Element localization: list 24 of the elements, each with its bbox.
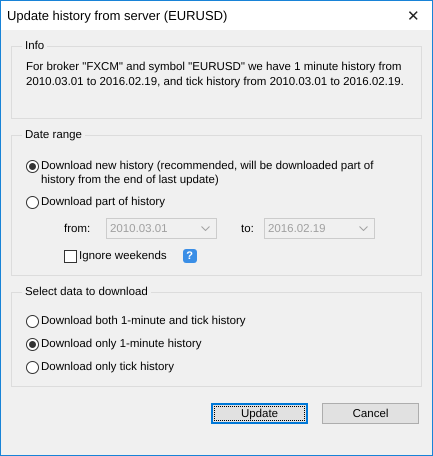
close-button[interactable]: ✕ (407, 6, 420, 24)
group-title: Select data to download (24, 286, 149, 298)
window-title: Update history from server (EURUSD) (7, 8, 228, 23)
checkbox[interactable] (64, 250, 77, 262)
info-text: For broker "FXCM" and symbol "EURUSD" we have 1 minute history from 2010.03.01 to 2016.02.19, and tick history from 2010.03.01 to 2016.02.19. (26, 60, 405, 90)
update-button[interactable]: Update (211, 403, 308, 424)
radio-label: Download only tick history (41, 360, 174, 374)
radio-button[interactable] (26, 315, 39, 328)
chevron-down-icon (359, 226, 368, 231)
date-label: from: (64, 222, 92, 234)
radio-button[interactable] (26, 196, 39, 209)
radio-label: Download part of history (41, 195, 166, 209)
radio-label: Download only 1-minute history (41, 337, 202, 351)
radio-label: Download both 1-minute and tick history (41, 314, 246, 328)
radio-button[interactable] (26, 361, 39, 374)
group-title: Info (24, 40, 46, 52)
radio-button[interactable] (26, 160, 39, 173)
checkbox-label: Ignore weekends (79, 250, 167, 262)
radio-label: Download new history (recommended, will be downloaded part of history from the end of last update) (41, 159, 374, 187)
radio-button[interactable] (26, 338, 39, 351)
date-label: to: (241, 222, 255, 234)
cancel-button[interactable]: Cancel (322, 403, 419, 424)
group-title: Date range (24, 129, 83, 141)
chevron-down-icon (201, 226, 210, 231)
